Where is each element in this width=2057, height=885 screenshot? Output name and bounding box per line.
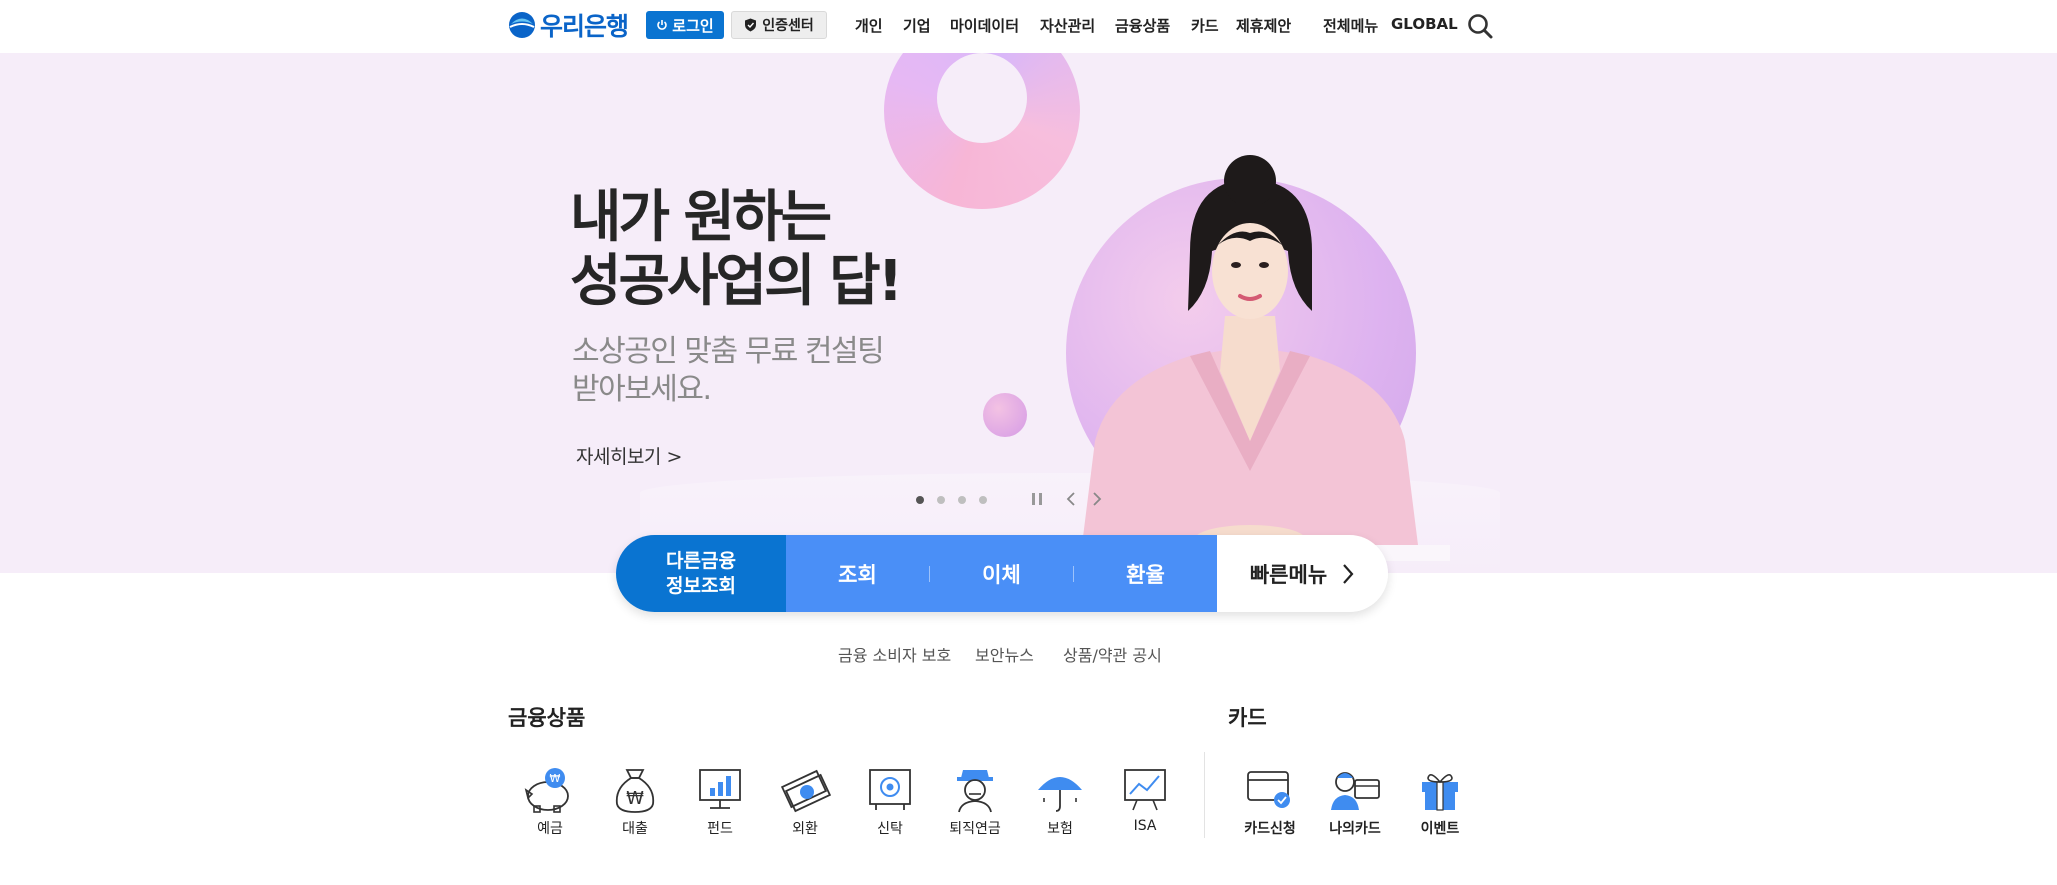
hero-subtitle-line: 받아보세요. (572, 372, 712, 407)
my-card[interactable]: 나의카드 (1320, 764, 1390, 838)
product-pension[interactable]: 퇴직연금 (940, 764, 1010, 838)
pause-icon-bar (1039, 493, 1042, 505)
product-insurance[interactable]: 보험 (1025, 764, 1095, 838)
hero-subtitle: 소상공인 맞춤 무료 컨설팅 받아보세요. (572, 333, 885, 409)
chevron-right-icon[interactable] (1090, 491, 1104, 507)
product-loan[interactable]: ₩ 대출 (600, 764, 670, 838)
umbrella-icon (1038, 777, 1082, 812)
transfer-button[interactable]: 이체 (930, 559, 1073, 589)
nav-card[interactable]: 카드 (1191, 15, 1219, 37)
retiree-icon (957, 770, 993, 813)
quick-bar: 다른금융 정보조회 조회 이체 환율 빠른메뉴 (616, 535, 1388, 612)
shield-icon (745, 18, 757, 32)
piggy-bank-icon: ₩ (524, 768, 569, 813)
hero-subtitle-line: 소상공인 맞춤 무료 컨설팅 (572, 334, 885, 369)
slide-dot[interactable] (916, 496, 924, 504)
logo-text: 우리은행 (540, 12, 629, 41)
login-label: 로그인 (672, 16, 714, 35)
search-icon[interactable] (1466, 12, 1494, 40)
nav-asset[interactable]: 자산관리 (1040, 15, 1095, 37)
card-section-title: 카드 (1228, 706, 1267, 730)
product-label: 예금 (537, 821, 563, 837)
pause-button[interactable] (1030, 493, 1044, 507)
slide-dot[interactable] (958, 496, 966, 504)
product-label: 펀드 (707, 821, 733, 837)
security-news-link[interactable]: 보안뉴스 (975, 642, 1034, 666)
quick-actions: 조회 이체 환율 (786, 535, 1217, 612)
other-finance-line: 정보조회 (666, 574, 736, 597)
quick-menu-label: 빠른메뉴 (1249, 562, 1328, 587)
product-label: ISA (1133, 818, 1157, 834)
product-deposit[interactable]: ₩ 예금 (515, 764, 585, 838)
product-label: 보험 (1047, 821, 1073, 837)
nav-mydata[interactable]: 마이데이터 (950, 15, 1019, 37)
product-label: 신탁 (877, 821, 903, 837)
cert-center-button[interactable]: 인증센터 (731, 11, 827, 39)
svg-text:₩: ₩ (550, 772, 561, 785)
hero-title: 내가 원하는 성공사업의 답! (570, 185, 903, 314)
nav-personal[interactable]: 개인 (855, 15, 883, 37)
product-trust[interactable]: 신탁 (855, 764, 925, 838)
exchange-rate-button[interactable]: 환율 (1074, 559, 1217, 589)
card-apply[interactable]: 카드신청 (1235, 764, 1305, 838)
other-finance-button[interactable]: 다른금융 정보조회 (616, 535, 786, 612)
woori-logo-icon (509, 12, 535, 38)
inquiry-button[interactable]: 조회 (786, 559, 929, 589)
chart-monitor-icon (699, 769, 741, 809)
product-label: 외환 (792, 821, 818, 837)
power-icon (657, 20, 668, 30)
chevron-left-icon[interactable] (1064, 491, 1078, 507)
slide-indicator (916, 496, 987, 504)
product-label: 퇴직연금 (949, 821, 1001, 837)
slide-dot[interactable] (937, 496, 945, 504)
hero-banner[interactable]: 내가 원하는 성공사업의 답! 소상공인 맞춤 무료 컨설팅 받아보세요. 자세… (0, 53, 2057, 573)
gift-icon (1422, 774, 1458, 811)
nav-products[interactable]: 금융상품 (1115, 15, 1170, 37)
safe-icon (869, 769, 911, 810)
woori-logo[interactable]: 우리은행 (508, 9, 629, 41)
consumer-protection-link[interactable]: 금융 소비자 보호 (838, 642, 951, 666)
chevron-right-icon (1343, 563, 1354, 584)
pause-icon-bar (1032, 493, 1035, 505)
nav-global[interactable]: GLOBAL (1391, 15, 1458, 37)
hero-title-line: 내가 원하는 (570, 185, 832, 250)
money-bag-icon: ₩ (615, 769, 655, 813)
card-apply-icon (1247, 771, 1290, 808)
section-divider (1204, 752, 1205, 838)
cert-label: 인증센터 (762, 18, 814, 34)
card-event[interactable]: 이벤트 (1405, 764, 1475, 838)
product-disclosure-link[interactable]: 상품/약관 공시 (1063, 642, 1162, 666)
product-label: 대출 (622, 821, 648, 837)
products-section-title: 금융상품 (508, 706, 586, 730)
nav-all-menu[interactable]: 전체메뉴 (1323, 15, 1378, 37)
other-finance-line: 다른금융 (666, 549, 736, 572)
quick-menu-button[interactable]: 빠른메뉴 (1217, 535, 1388, 612)
currency-exchange-icon (780, 769, 832, 813)
svg-text:₩: ₩ (626, 788, 644, 809)
product-isa[interactable]: ISA (1110, 764, 1180, 834)
header: 우리은행 로그인 인증센터 개인 기업 마이데이터 자산관리 금융상품 카드 제… (0, 0, 2057, 53)
slide-dot[interactable] (979, 496, 987, 504)
nav-business[interactable]: 기업 (903, 15, 931, 37)
model-illustration (1050, 155, 1450, 561)
card-label: 카드신청 (1244, 821, 1296, 837)
card-label: 이벤트 (1420, 821, 1460, 837)
card-label: 나의카드 (1329, 821, 1381, 837)
decorative-dot (983, 393, 1027, 437)
hero-more-link[interactable]: 자세히보기 > (576, 442, 682, 469)
person-card-icon (1331, 772, 1380, 810)
trend-board-icon (1124, 769, 1166, 811)
hero-title-line: 성공사업의 답! (570, 249, 903, 314)
product-fund[interactable]: 펀드 (685, 764, 755, 838)
product-forex[interactable]: 외환 (770, 764, 840, 838)
login-button[interactable]: 로그인 (646, 11, 724, 39)
nav-partnership[interactable]: 제휴제안 (1236, 15, 1291, 37)
